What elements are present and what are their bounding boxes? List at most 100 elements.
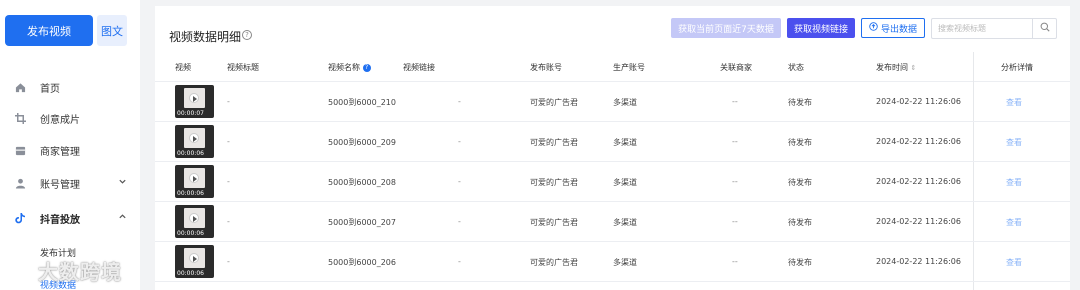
column-header-time[interactable]: 发布时间 ⇕ [876, 62, 916, 73]
video-thumbnail[interactable]: 00:00:06 [175, 245, 214, 278]
table-header: 视频 视频标题 视频名称 ? 视频链接 发布账号 生产账号 关联商家 状态 发布… [155, 52, 1070, 82]
info-icon[interactable]: ? [362, 63, 371, 72]
cell-account: 可爱的广告君 [530, 178, 578, 187]
cell-producer: 多渠道 [613, 218, 637, 227]
cell-name: 5000到6000_207 [328, 218, 396, 227]
video-thumbnail[interactable]: 00:00:06 [175, 125, 214, 158]
chevron-up-icon [118, 212, 127, 224]
cell-account: 可爱的广告君 [530, 258, 578, 267]
sidebar-item-label: 账号管理 [40, 179, 80, 191]
image-text-button[interactable]: 图文 [97, 15, 127, 46]
chevron-down-icon [118, 177, 127, 189]
export-label: 导出数据 [880, 24, 917, 35]
cell-time: 2024-02-22 11:26:06 [876, 217, 961, 226]
cell-link: - [458, 137, 461, 146]
sidebar-item-home[interactable]: 首页 [0, 73, 140, 101]
cell-time: 2024-02-22 11:26:06 [876, 137, 961, 146]
page-title: 视频数据明细 [169, 30, 242, 44]
cell-producer: 多渠道 [613, 258, 637, 267]
watermark-text: 大数跨境 [37, 260, 122, 284]
video-duration: 00:00:06 [177, 190, 204, 197]
view-button[interactable]: 查看 [1006, 97, 1022, 108]
cell-merchant: -- [732, 257, 738, 266]
search-icon [1040, 22, 1050, 35]
cell-merchant: -- [732, 177, 738, 186]
video-duration: 00:00:06 [177, 230, 204, 237]
search-button[interactable] [1032, 19, 1056, 38]
view-button[interactable]: 查看 [1006, 217, 1022, 228]
watermark: 大数跨境 [8, 256, 122, 285]
sidebar-item-label: 创意成片 [40, 114, 80, 126]
cell-account: 可爱的广告君 [530, 138, 578, 147]
main-panel: 视频数据明细 ? 获取当前页面近7天数据 获取视频链接 导出数据 视频 视频标题… [155, 6, 1070, 290]
column-header-name: 视频名称 ? [328, 62, 371, 73]
cell-merchant: -- [732, 217, 738, 226]
table-row: 00:00:06 - 5000到6000_209 - 可爱的广告君 多渠道 -- 待发布 202… [155, 122, 1070, 162]
view-button[interactable]: 查看 [1006, 177, 1022, 188]
cell-status: 待发布 [788, 258, 812, 267]
home-icon [14, 81, 26, 93]
sort-icon[interactable]: ⇕ [911, 64, 917, 72]
publish-video-button[interactable]: 发布视频 [5, 15, 93, 46]
cell-account: 可爱的广告君 [530, 218, 578, 227]
cell-time: 2024-02-22 11:26:06 [876, 97, 961, 106]
cell-status: 待发布 [788, 138, 812, 147]
fetch-recent-data-button[interactable]: 获取当前页面近7天数据 [671, 18, 781, 38]
cell-link: - [458, 217, 461, 226]
cell-merchant: -- [732, 97, 738, 106]
video-duration: 00:00:06 [177, 150, 204, 157]
sidebar-item-label: 首页 [40, 83, 60, 95]
help-icon[interactable]: ? [242, 30, 252, 40]
store-icon [14, 144, 26, 156]
crop-icon [14, 112, 26, 124]
cell-status: 待发布 [788, 98, 812, 107]
cell-name: 5000到6000_208 [328, 178, 396, 187]
user-icon [14, 177, 26, 189]
sidebar-item-creative[interactable]: 创意成片 [0, 104, 140, 132]
search-input[interactable] [932, 19, 1032, 38]
cell-link: - [458, 97, 461, 106]
cell-name: 5000到6000_206 [328, 258, 396, 267]
table-row: 00:00:06 - 5000到6000_206 - 可爱的广告君 多渠道 -- 待发布 202… [155, 242, 1070, 282]
cell-name: 5000到6000_210 [328, 98, 396, 107]
play-icon [189, 93, 199, 103]
cell-producer: 多渠道 [613, 178, 637, 187]
export-data-button[interactable]: 导出数据 [861, 18, 925, 38]
video-thumbnail[interactable]: 00:00:06 [175, 205, 214, 238]
cell-account: 可爱的广告君 [530, 98, 578, 107]
export-icon [869, 22, 878, 34]
sidebar-item-label: 抖音投放 [40, 214, 80, 226]
fetch-video-link-button[interactable]: 获取视频链接 [787, 18, 855, 38]
column-header-analysis: 分析详情 [1001, 63, 1033, 72]
view-button[interactable]: 查看 [1006, 137, 1022, 148]
cell-name: 5000到6000_209 [328, 138, 396, 147]
cell-link: - [458, 177, 461, 186]
column-header-link: 视频链接 [403, 63, 435, 72]
sidebar-item-label: 商家管理 [40, 146, 80, 158]
sidebar-item-account[interactable]: 账号管理 [0, 169, 140, 197]
cell-time: 2024-02-22 11:26:06 [876, 257, 961, 266]
sidebar-item-douyin[interactable]: 抖音投放 [0, 204, 140, 232]
sidebar-item-merchant[interactable]: 商家管理 [0, 136, 140, 164]
cell-time: 2024-02-22 11:26:06 [876, 177, 961, 186]
column-header-producer: 生产账号 [613, 63, 645, 72]
column-header-status: 状态 [788, 63, 804, 72]
play-icon [189, 253, 199, 263]
cell-producer: 多渠道 [613, 138, 637, 147]
douyin-icon [14, 212, 26, 224]
table-row: 00:00:06 - 5000到6000_207 - 可爱的广告君 多渠道 -- 待发布 202… [155, 202, 1070, 242]
video-thumbnail[interactable]: 00:00:06 [175, 165, 214, 198]
column-header-account: 发布账号 [530, 63, 562, 72]
column-header-time-label: 发布时间 [876, 63, 908, 72]
cell-title: - [227, 97, 230, 106]
view-button[interactable]: 查看 [1006, 257, 1022, 268]
sidebar: 发布视频 图文 首页 创意成片 商家管理 账号管理 抖音投放 发布计划 视频数据 [0, 0, 140, 290]
cell-merchant: -- [732, 137, 738, 146]
cell-status: 待发布 [788, 178, 812, 187]
play-icon [189, 213, 199, 223]
video-thumbnail[interactable]: 00:00:07 [175, 85, 214, 118]
table-row: 00:00:06 - 5000到6000_208 - 可爱的广告君 多渠道 -- 待发布 202… [155, 162, 1070, 202]
cell-title: - [227, 137, 230, 146]
video-duration: 00:00:07 [177, 110, 204, 117]
cell-producer: 多渠道 [613, 98, 637, 107]
